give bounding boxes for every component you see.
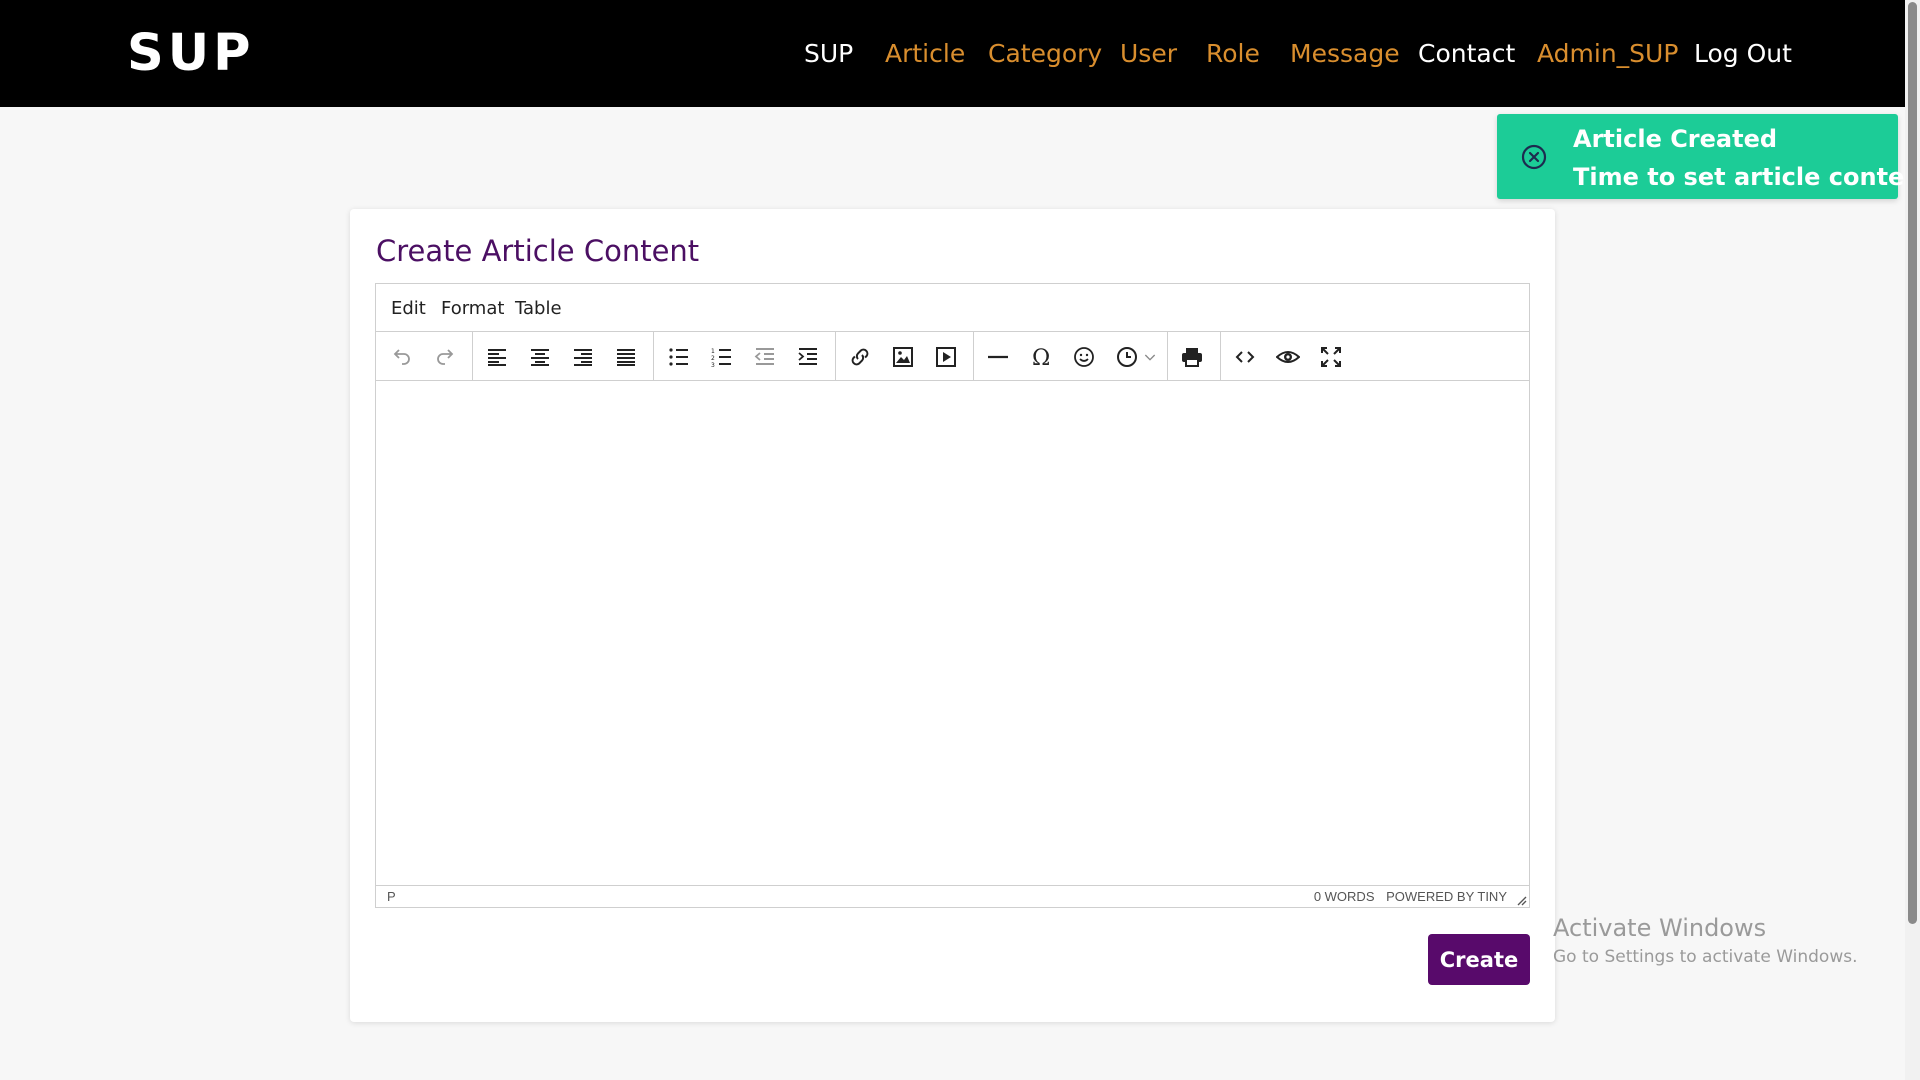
print-icon[interactable] (1176, 341, 1208, 373)
status-info: 0 WORDS POWERED BY TINY (1306, 889, 1507, 905)
align-right-icon[interactable] (567, 341, 599, 373)
nav-links: SUP Article Category User Role Message C… (0, 38, 1905, 72)
toolbar-divider (973, 332, 974, 381)
resize-handle-icon[interactable] (1515, 893, 1527, 906)
activate-windows-watermark: Activate Windows Go to Settings to activ… (1553, 913, 1858, 969)
bullet-list-icon[interactable] (663, 341, 695, 373)
create-content-card: Create Article Content Edit Format Table (350, 209, 1555, 1022)
nav-link-role[interactable]: Role (1206, 38, 1260, 70)
menu-edit[interactable]: Edit (391, 298, 426, 320)
powered-by-link[interactable]: POWERED BY TINY (1386, 889, 1507, 904)
nav-link-admin[interactable]: Admin_SUP (1537, 38, 1678, 70)
outdent-icon[interactable] (749, 341, 781, 373)
indent-icon[interactable] (792, 341, 824, 373)
undo-icon[interactable] (386, 341, 418, 373)
menu-format[interactable]: Format (441, 298, 504, 320)
element-path[interactable]: P (387, 889, 396, 905)
datetime-icon[interactable] (1111, 341, 1143, 373)
svg-text:2: 2 (711, 355, 715, 362)
page-title: Create Article Content (376, 234, 700, 268)
top-navbar: SUP SUP Article Category User Role Messa… (0, 0, 1905, 107)
svg-text:1: 1 (711, 348, 715, 355)
page-scrollbar[interactable] (1905, 0, 1920, 1080)
nav-link-message[interactable]: Message (1290, 38, 1400, 70)
rich-text-editor: Edit Format Table 1 2 3 Ω P 0 WORDS POWE… (375, 283, 1530, 908)
special-character-icon[interactable]: Ω (1025, 341, 1057, 373)
editor-menubar: Edit Format Table (376, 284, 1529, 332)
link-icon[interactable] (844, 341, 876, 373)
nav-link-article[interactable]: Article (885, 38, 965, 70)
emoticon-icon[interactable] (1068, 341, 1100, 373)
redo-icon[interactable] (429, 341, 461, 373)
toast-message: Time to set article content (1573, 163, 1920, 191)
align-center-icon[interactable] (524, 341, 556, 373)
media-icon[interactable] (930, 341, 962, 373)
menu-table[interactable]: Table (515, 298, 562, 320)
watermark-subtitle: Go to Settings to activate Windows. (1553, 947, 1858, 967)
svg-text:3: 3 (711, 362, 715, 369)
chevron-down-icon[interactable] (1141, 341, 1159, 373)
align-left-icon[interactable] (481, 341, 513, 373)
source-code-icon[interactable] (1229, 341, 1261, 373)
scrollbar-thumb[interactable] (1908, 2, 1917, 924)
image-icon[interactable] (887, 341, 919, 373)
svg-text:Ω: Ω (1032, 346, 1050, 369)
preview-icon[interactable] (1272, 341, 1304, 373)
toolbar-divider (653, 332, 654, 381)
nav-link-sup[interactable]: SUP (804, 38, 853, 70)
toast-notification: Article Created Time to set article cont… (1497, 114, 1920, 199)
toolbar-divider (1220, 332, 1221, 381)
editor-content-area[interactable] (376, 382, 1529, 886)
nav-link-logout[interactable]: Log Out (1694, 38, 1792, 70)
fullscreen-icon[interactable] (1315, 341, 1347, 373)
numbered-list-icon[interactable]: 123 (706, 341, 738, 373)
horizontal-line-icon[interactable] (982, 341, 1014, 373)
toolbar-divider (1167, 332, 1168, 381)
word-count[interactable]: 0 WORDS (1314, 889, 1375, 904)
editor-toolbar: 123 Ω (376, 332, 1529, 381)
close-circle-icon[interactable] (1521, 144, 1547, 170)
editor-statusbar: P 0 WORDS POWERED BY TINY (376, 885, 1529, 907)
align-justify-icon[interactable] (610, 341, 642, 373)
toolbar-divider (835, 332, 836, 381)
nav-link-contact[interactable]: Contact (1418, 38, 1515, 70)
watermark-title: Activate Windows (1553, 914, 1767, 942)
nav-link-category[interactable]: Category (988, 38, 1102, 70)
nav-link-user[interactable]: User (1120, 38, 1177, 70)
toast-title: Article Created (1573, 125, 1778, 153)
create-button[interactable]: Create (1428, 934, 1530, 985)
toolbar-divider (472, 332, 473, 381)
